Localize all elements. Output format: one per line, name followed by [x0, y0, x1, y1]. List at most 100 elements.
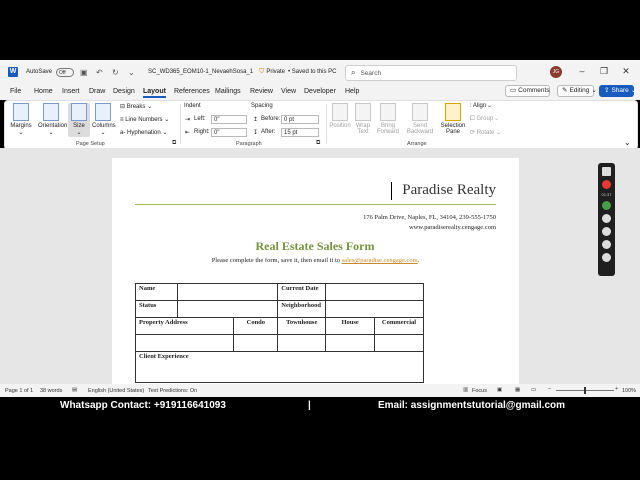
restore-icon[interactable]: ❐ [596, 64, 612, 78]
commercial-cell[interactable] [374, 334, 424, 352]
avatar[interactable]: JG [550, 66, 562, 78]
tab-layout[interactable]: Layout [143, 88, 166, 98]
focus-icon[interactable]: ▥ [463, 387, 468, 393]
form-title[interactable]: Real Estate Sales Form [180, 239, 450, 254]
pause-icon[interactable] [602, 240, 611, 249]
customize-chevron-icon[interactable]: ⌄ [128, 68, 137, 77]
zoom-slider-thumb[interactable] [584, 387, 586, 394]
banner-separator: | [308, 400, 311, 411]
position-button[interactable]: Position [329, 103, 351, 129]
selection-pane-button[interactable]: Selection Pane [440, 103, 466, 135]
proofing-icon[interactable]: ▤ [72, 387, 77, 393]
collapse-ribbon-icon[interactable]: ⌄ [624, 138, 631, 147]
save-icon[interactable]: ▣ [80, 68, 89, 77]
townhouse-cell[interactable] [277, 334, 327, 352]
redo-icon[interactable]: ↻ [112, 68, 121, 77]
ribbon-divider [180, 104, 181, 144]
autosave-toggle[interactable]: Off [56, 67, 75, 77]
close-icon[interactable]: ✕ [618, 64, 634, 78]
current-date-cell[interactable] [325, 283, 424, 301]
columns-button[interactable]: Columns ⌄ [92, 103, 116, 136]
tab-file[interactable]: File [10, 88, 21, 95]
email-link[interactable]: sales@paradise.cengage.com [342, 257, 418, 264]
tab-references[interactable]: References [174, 88, 210, 95]
language-status[interactable]: English (United States) [88, 388, 144, 394]
spacing-after-icon: ↧ [253, 130, 259, 136]
neighborhood-cell[interactable] [325, 300, 424, 318]
sales-form-table[interactable]: Name Current Date Status Neighborhood Pr… [134, 283, 424, 383]
tab-help[interactable]: Help [345, 88, 359, 95]
table-row [134, 334, 424, 352]
editing-button[interactable]: ✎ Editing ⌄ [557, 85, 597, 97]
spacing-before-input[interactable]: 0 pt [281, 115, 319, 124]
tab-design[interactable]: Design [113, 88, 135, 95]
webcam-icon[interactable] [602, 227, 611, 236]
search-box[interactable]: ⌕ Search [345, 65, 517, 81]
settings-icon[interactable] [602, 253, 611, 262]
focus-label[interactable]: Focus [472, 388, 487, 394]
indent-left-input[interactable]: 0" [211, 115, 247, 124]
tab-mailings[interactable]: Mailings [215, 88, 241, 95]
company-address[interactable]: 176 Palm Drive, Naples, FL, 34104, 239-5… [300, 214, 496, 221]
comments-button[interactable]: ▭ Comments [505, 85, 550, 97]
zoom-level[interactable]: 100% [622, 388, 636, 394]
line-numbers-label: Line Numbers [125, 117, 163, 123]
zoom-out-icon[interactable]: – [548, 386, 551, 392]
hyphenation-button[interactable]: a- Hyphenation ⌄ [120, 129, 167, 136]
ribbon-divider [326, 104, 327, 144]
privacy-label[interactable]: Private [266, 69, 285, 75]
company-name[interactable]: Paradise Realty [360, 182, 496, 199]
breaks-button[interactable]: ⊟ Breaks ⌄ [120, 103, 152, 110]
rotate-button[interactable]: ⟳ Rotate ⌄ [470, 129, 501, 136]
name-cell[interactable] [176, 283, 279, 301]
whatsapp-contact: Whatsapp Contact: +919116641093 [60, 400, 226, 411]
spacing-after-input[interactable]: 15 pt [281, 128, 319, 137]
undo-icon[interactable]: ↶ [96, 68, 105, 77]
document-filename: SC_WD365_EOM10-1_NevaehSosa_1 [148, 69, 254, 75]
size-icon [71, 103, 87, 121]
speaker-icon[interactable] [602, 214, 611, 223]
zoom-in-icon[interactable]: + [615, 386, 618, 392]
tab-draw[interactable]: Draw [89, 88, 105, 95]
paragraph-launcher-icon[interactable]: ⧉ [316, 140, 320, 147]
share-button[interactable]: ⇪ Share ⌄ [599, 85, 636, 97]
bring-forward-button[interactable]: Bring Forward [375, 103, 401, 135]
read-mode-icon[interactable]: ▣ [497, 387, 502, 393]
align-button[interactable]: ⫶ Align ⌄ [470, 103, 491, 110]
margins-button[interactable]: Margins ⌄ [10, 103, 32, 136]
client-experience-cell[interactable] [135, 368, 424, 383]
text-predictions-status[interactable]: Text Predictions: On [148, 388, 197, 394]
send-backward-button[interactable]: Send Backward [405, 103, 435, 135]
page-setup-launcher-icon[interactable]: ⧉ [172, 140, 176, 147]
tab-review[interactable]: Review [250, 88, 273, 95]
tab-insert[interactable]: Insert [62, 88, 80, 95]
save-state[interactable]: • Saved to this PC [288, 69, 336, 75]
record-icon[interactable] [602, 180, 611, 189]
status-cell[interactable] [176, 300, 279, 318]
condo-cell[interactable] [233, 334, 279, 352]
indent-right-input[interactable]: 0" [211, 128, 247, 137]
page-count[interactable]: Page 1 of 1 [5, 388, 33, 394]
tab-home[interactable]: Home [34, 88, 53, 95]
minimize-icon[interactable]: – [574, 64, 590, 78]
wrap-text-button[interactable]: Wrap Text [352, 103, 374, 135]
house-cell[interactable] [325, 334, 376, 352]
form-instructions[interactable]: Please complete the form, save it, then … [135, 257, 496, 264]
web-layout-icon[interactable]: ▭ [531, 387, 536, 393]
zoom-slider[interactable] [556, 387, 614, 394]
chevron-down-icon: ⌄ [591, 87, 597, 94]
microphone-icon[interactable] [602, 201, 611, 210]
word-count[interactable]: 38 words [40, 388, 62, 394]
orientation-button[interactable]: Orientation ⌄ [38, 103, 67, 136]
property-address-cell[interactable] [134, 334, 235, 352]
tab-view[interactable]: View [281, 88, 296, 95]
camera-icon[interactable] [602, 167, 611, 176]
tab-developer[interactable]: Developer [304, 88, 336, 95]
group-button[interactable]: ⧠ Group ⌄ [470, 116, 498, 123]
line-numbers-button[interactable]: ≡ Line Numbers ⌄ [120, 116, 169, 123]
title-bar: W AutoSave Off ▣ ↶ ↻ ⌄ SC_WD365_EOM10-1_… [0, 60, 640, 84]
spacing-title: Spacing [251, 103, 273, 109]
size-button[interactable]: Size ⌄ [68, 103, 90, 137]
print-layout-icon[interactable]: ▦ [515, 387, 520, 393]
company-website[interactable]: www.paradiserealty.cengage.com [330, 224, 496, 231]
